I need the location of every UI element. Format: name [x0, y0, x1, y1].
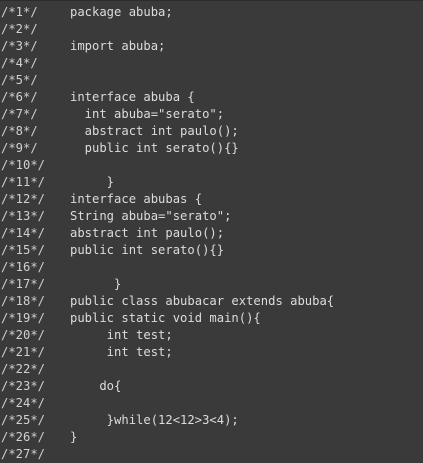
- code-line[interactable]: /*22*/: [0, 361, 423, 378]
- code-text[interactable]: interface abubas {: [70, 191, 202, 208]
- code-line[interactable]: /*5*/: [0, 72, 423, 89]
- line-number: /*7*/: [1, 107, 38, 121]
- line-number: /*1*/: [1, 5, 38, 19]
- code-text[interactable]: public static void main(){: [70, 310, 261, 327]
- code-line[interactable]: /*21*/ int test;: [0, 344, 423, 361]
- line-number: /*26*/: [1, 430, 46, 444]
- line-number: /*5*/: [1, 73, 38, 87]
- code-line[interactable]: /*2*/: [0, 21, 423, 38]
- code-line[interactable]: /*1*/ package abuba;: [0, 4, 423, 21]
- line-number: /*2*/: [1, 22, 38, 36]
- line-number: /*4*/: [1, 56, 38, 70]
- code-text[interactable]: }: [70, 429, 77, 446]
- line-number: /*20*/: [1, 328, 46, 342]
- line-number: /*8*/: [1, 124, 38, 138]
- code-text[interactable]: }: [70, 276, 121, 293]
- code-text[interactable]: abstract int paulo();: [70, 123, 239, 140]
- code-line[interactable]: /*27*/: [0, 446, 423, 463]
- code-line[interactable]: /*23*/ do{: [0, 378, 423, 395]
- code-text[interactable]: public class abubacar extends abuba{: [70, 293, 334, 310]
- code-text[interactable]: int test;: [70, 344, 173, 361]
- line-number: /*16*/: [1, 260, 46, 274]
- code-editor[interactable]: /*1*/ package abuba; /*2*/ /*3*/ import ab…: [0, 0, 423, 463]
- code-line[interactable]: /*20*/ int test;: [0, 327, 423, 344]
- code-line[interactable]: /*9*/ public int serato(){}: [0, 140, 423, 157]
- code-line[interactable]: /*12*/ interface abubas {: [0, 191, 423, 208]
- code-line[interactable]: /*16*/: [0, 259, 423, 276]
- code-line[interactable]: /*15*/ public int serato(){}: [0, 242, 423, 259]
- code-line[interactable]: /*3*/ import abuba;: [0, 38, 423, 55]
- line-number: /*27*/: [1, 447, 46, 461]
- line-number: /*21*/: [1, 345, 46, 359]
- code-line[interactable]: /*19*/ public static void main(){: [0, 310, 423, 327]
- code-line[interactable]: /*11*/ }: [0, 174, 423, 191]
- code-line[interactable]: /*17*/ }: [0, 276, 423, 293]
- code-line[interactable]: /*8*/ abstract int paulo();: [0, 123, 423, 140]
- line-number: /*3*/: [1, 39, 38, 53]
- code-line[interactable]: /*6*/ interface abuba {: [0, 89, 423, 106]
- line-number: /*14*/: [1, 226, 46, 240]
- line-number: /*6*/: [1, 90, 38, 104]
- code-text[interactable]: package abuba;: [70, 4, 173, 21]
- line-number: /*11*/: [1, 175, 46, 189]
- line-number: /*17*/: [1, 277, 46, 291]
- line-number: /*9*/: [1, 141, 38, 155]
- code-line[interactable]: /*25*/ }while(12<12>3<4);: [0, 412, 423, 429]
- code-text[interactable]: do{: [70, 378, 121, 395]
- code-text[interactable]: import abuba;: [70, 38, 165, 55]
- code-line[interactable]: /*13*/ String abuba="serato";: [0, 208, 423, 225]
- code-text[interactable]: abstract int paulo();: [70, 225, 224, 242]
- code-text[interactable]: interface abuba {: [70, 89, 195, 106]
- code-line[interactable]: /*18*/ public class abubacar extends abub…: [0, 293, 423, 310]
- line-number: /*15*/: [1, 243, 46, 257]
- code-text[interactable]: }: [70, 174, 114, 191]
- code-text[interactable]: int abuba="serato";: [70, 106, 224, 123]
- code-line[interactable]: /*24*/: [0, 395, 423, 412]
- code-line[interactable]: /*10*/: [0, 157, 423, 174]
- code-text[interactable]: int test;: [70, 327, 173, 344]
- line-number: /*13*/: [1, 209, 46, 223]
- code-text[interactable]: }while(12<12>3<4);: [70, 412, 239, 429]
- code-text[interactable]: public int serato(){}: [70, 242, 224, 259]
- code-line[interactable]: /*7*/ int abuba="serato";: [0, 106, 423, 123]
- code-text[interactable]: String abuba="serato";: [70, 208, 231, 225]
- code-line[interactable]: /*4*/: [0, 55, 423, 72]
- line-number: /*12*/: [1, 192, 46, 206]
- line-number: /*18*/: [1, 294, 46, 308]
- line-number: /*10*/: [1, 158, 46, 172]
- line-number: /*25*/: [1, 413, 46, 427]
- line-number: /*23*/: [1, 379, 46, 393]
- code-line[interactable]: /*26*/}: [0, 429, 423, 446]
- line-number: /*24*/: [1, 396, 46, 410]
- line-number: /*22*/: [1, 362, 46, 376]
- code-text[interactable]: public int serato(){}: [70, 140, 239, 157]
- code-line[interactable]: /*14*/ abstract int paulo();: [0, 225, 423, 242]
- line-number: /*19*/: [1, 311, 46, 325]
